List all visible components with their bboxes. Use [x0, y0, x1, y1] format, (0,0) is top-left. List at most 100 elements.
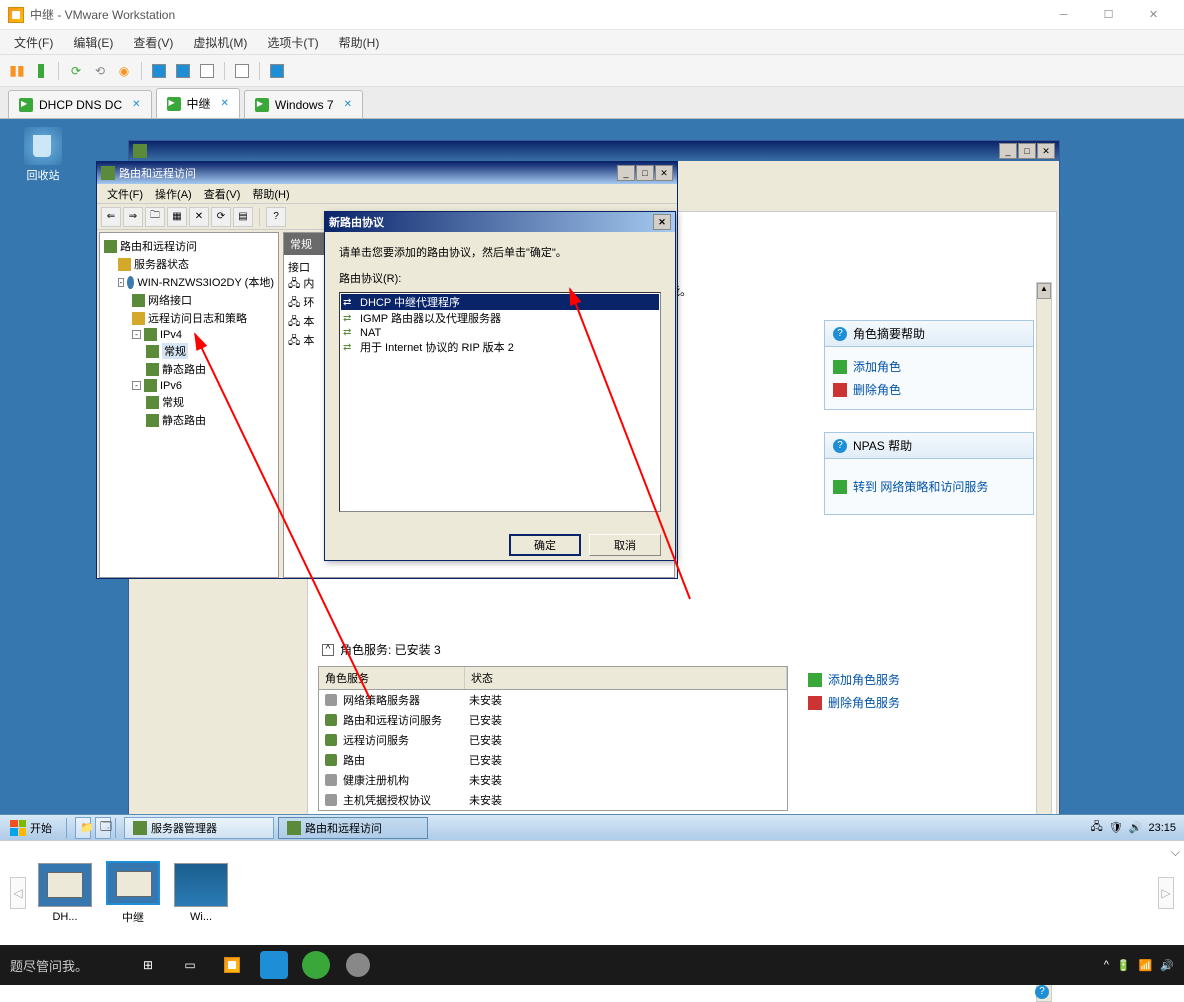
thumb-relay[interactable]: 中继 — [104, 861, 162, 925]
protocol-item[interactable]: IGMP 路由器以及代理服务器 — [341, 310, 659, 326]
remove-role-svc-link[interactable]: 删除角色服务 — [808, 691, 900, 714]
rras-max-button[interactable]: □ — [636, 165, 654, 181]
tree-ipv6[interactable]: -IPv6 — [104, 378, 274, 393]
thumb-win7[interactable]: Wi... — [172, 863, 230, 923]
tray-icon[interactable]: 🖧 — [1091, 818, 1103, 837]
tray-icon[interactable]: 📶 — [1139, 959, 1153, 972]
system-tray[interactable]: 🖧 🛡 🔊 23:15 — [1083, 818, 1184, 837]
protocol-item[interactable]: DHCP 中继代理程序 — [341, 294, 659, 310]
npas-goto-link[interactable]: 转到 网络策略和访问服务 — [833, 475, 1025, 498]
start-button[interactable]: 开始 — [0, 815, 62, 840]
srvmgr-max-button[interactable]: □ — [1018, 143, 1036, 159]
host-tray[interactable]: ^ 🔋 📶 🔊 — [1094, 959, 1184, 972]
fullscreen-icon[interactable] — [266, 60, 288, 82]
host-taskbar[interactable]: 题尽管问我。 ⊞ ▭ ^ 🔋 📶 🔊 — [0, 945, 1184, 985]
power-on-icon[interactable]: ▮▮ — [6, 60, 28, 82]
protocol-list[interactable]: DHCP 中继代理程序IGMP 路由器以及代理服务器NAT用于 Internet… — [339, 292, 661, 512]
add-role-link[interactable]: 添加角色 — [833, 355, 1025, 378]
tree-ipv4[interactable]: -IPv4 — [104, 327, 274, 342]
revert-icon[interactable]: ◉ — [113, 60, 135, 82]
rras-close-button[interactable]: ✕ — [655, 165, 673, 181]
pinned-app[interactable]: ▭ — [170, 945, 210, 985]
new-protocol-dialog[interactable]: 新路由协议 ✕ 请单击您要添加的路由协议，然后单击"确定"。 路由协议(R): … — [324, 211, 676, 561]
collapse-icon[interactable]: ^ — [322, 644, 334, 656]
expander-icon[interactable]: - — [118, 278, 124, 287]
snapshot-icon[interactable]: ⟳ — [65, 60, 87, 82]
pinned-vmware[interactable] — [212, 945, 252, 985]
pinned-app[interactable] — [338, 945, 378, 985]
tray-clock[interactable]: 23:15 — [1148, 822, 1176, 834]
pinned-app[interactable] — [296, 945, 336, 985]
view2-icon[interactable] — [172, 60, 194, 82]
col-status[interactable]: 状态 — [465, 667, 787, 689]
tree-server[interactable]: -WIN-RNZWS3IO2DY (本地) — [104, 273, 274, 291]
win-taskbar[interactable]: 开始 📁 🗔 服务器管理器 路由和远程访问 🖧 🛡 🔊 23:15 — [0, 814, 1184, 840]
protocol-item[interactable]: NAT — [341, 326, 659, 339]
help-icon-corner[interactable]: ? — [1035, 985, 1051, 1001]
task-view-icon[interactable]: ⊞ — [128, 945, 168, 985]
tray-icon[interactable]: 🛡 — [1109, 821, 1123, 834]
add-role-svc-link[interactable]: 添加角色服务 — [808, 668, 900, 691]
help-icon[interactable]: ? — [266, 207, 286, 227]
tab-close-icon[interactable]: ✕ — [344, 99, 352, 110]
table-row[interactable]: 路由已安装 — [319, 750, 787, 770]
back-icon[interactable]: ⇐ — [101, 207, 121, 227]
props-icon[interactable]: ▦ — [167, 207, 187, 227]
menu-vm[interactable]: 虚拟机(M) — [183, 31, 257, 54]
remove-role-link[interactable]: 删除角色 — [833, 378, 1025, 401]
tray-icon[interactable]: 🔋 — [1117, 959, 1131, 972]
tray-icon[interactable]: 🔊 — [1160, 959, 1174, 972]
table-row[interactable]: 路由和远程访问服务已安装 — [319, 710, 787, 730]
tree-ipv4-general[interactable]: 常规 — [104, 342, 274, 360]
table-row[interactable]: 网络策略服务器未安装 — [319, 690, 787, 710]
up-icon[interactable]: 🗀 — [145, 207, 165, 227]
protocol-item[interactable]: 用于 Internet 协议的 RIP 版本 2 — [341, 339, 659, 355]
thumb-prev-button[interactable]: ◁ — [10, 877, 26, 909]
table-row[interactable]: 远程访问服务已安装 — [319, 730, 787, 750]
view3-icon[interactable] — [196, 60, 218, 82]
recycle-bin[interactable]: 回收站 — [24, 127, 62, 183]
srvmgr-close-button[interactable]: ✕ — [1037, 143, 1055, 159]
thumb-next-button[interactable]: ▷ — [1158, 877, 1174, 909]
scroll-up-icon[interactable]: ▲ — [1037, 283, 1051, 299]
table-row[interactable]: 健康注册机构未安装 — [319, 770, 787, 790]
del-icon[interactable]: ✕ — [189, 207, 209, 227]
tab-close-icon[interactable]: ✕ — [221, 98, 229, 109]
menu-view[interactable]: 查看(V) — [123, 31, 183, 54]
unity-icon[interactable] — [231, 60, 253, 82]
menu-edit[interactable]: 编辑(E) — [63, 31, 123, 54]
tab-relay[interactable]: 中继 ✕ — [156, 88, 240, 118]
cancel-button[interactable]: 取消 — [589, 534, 661, 556]
tree-status[interactable]: 服务器状态 — [104, 255, 274, 273]
fwd-icon[interactable]: ⇒ — [123, 207, 143, 227]
rras-menu-action[interactable]: 操作(A) — [149, 186, 198, 202]
quick-launch[interactable]: 🗔 — [95, 817, 111, 839]
task-rras[interactable]: 路由和远程访问 — [278, 817, 428, 839]
dialog-titlebar[interactable]: 新路由协议 ✕ — [325, 212, 675, 232]
menu-file[interactable]: 文件(F) — [4, 31, 63, 54]
thumb-dhcp[interactable]: DH... — [36, 863, 94, 923]
rras-menu-file[interactable]: 文件(F) — [101, 186, 149, 202]
rras-min-button[interactable]: _ — [617, 165, 635, 181]
tree-root[interactable]: 路由和远程访问 — [104, 237, 274, 255]
table-row[interactable]: 主机凭据授权协议未安装 — [319, 790, 787, 810]
tray-icon[interactable]: 🔊 — [1129, 821, 1143, 834]
menu-help[interactable]: 帮助(H) — [329, 31, 390, 54]
snapshot-mgr-icon[interactable]: ⟲ — [89, 60, 111, 82]
srvmgr-min-button[interactable]: _ — [999, 143, 1017, 159]
pinned-app[interactable] — [254, 945, 294, 985]
tree-log[interactable]: 远程访问日志和策略 — [104, 309, 274, 327]
minimize-button[interactable]: ─ — [1041, 0, 1086, 30]
task-srvmgr[interactable]: 服务器管理器 — [124, 817, 274, 839]
view1-icon[interactable] — [148, 60, 170, 82]
vm-desktop[interactable]: 回收站 服务器管理器 _ □ ✕ 能。 ? 角色摘要帮助 添加角色 删 — [0, 119, 1184, 819]
tab-dhcp-dns-dc[interactable]: DHCP DNS DC ✕ — [8, 90, 152, 118]
tray-icon[interactable]: ^ — [1104, 959, 1109, 971]
refresh-icon[interactable]: ⟳ — [211, 207, 231, 227]
tree-ipv6-static[interactable]: 静态路由 — [104, 411, 274, 429]
close-button[interactable]: ✕ — [1131, 0, 1176, 30]
power-off-icon[interactable] — [30, 60, 52, 82]
tree-ipv6-general[interactable]: 常规 — [104, 393, 274, 411]
rras-menu-view[interactable]: 查看(V) — [198, 186, 247, 202]
tab-close-icon[interactable]: ✕ — [132, 99, 140, 110]
